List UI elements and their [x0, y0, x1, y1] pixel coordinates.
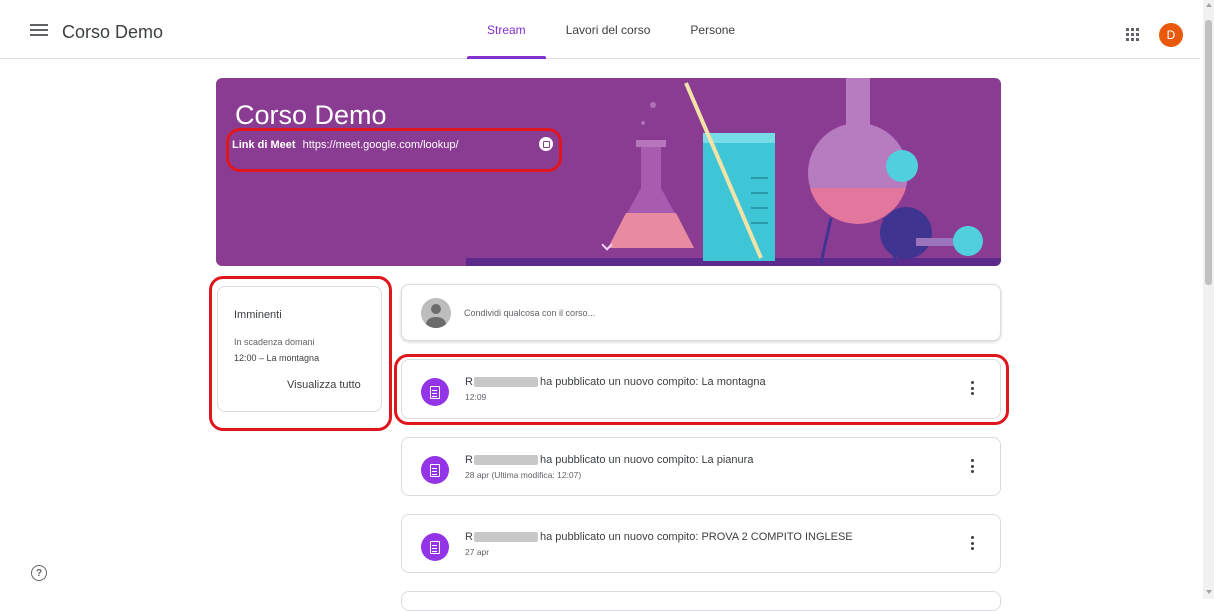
tab-people[interactable]: Persone — [670, 0, 755, 59]
post-text[interactable]: ha pubblicato un nuovo compito: PROVA 2 … — [540, 531, 853, 543]
course-banner: Corso Demo Link di Meet https://meet.goo… — [216, 78, 1001, 266]
menu-icon[interactable] — [30, 24, 48, 36]
scrollbar[interactable] — [1203, 0, 1214, 599]
tab-stream[interactable]: Stream — [467, 0, 546, 59]
banner-course-title: Corso Demo — [235, 100, 387, 130]
post-author-initial: R — [465, 531, 473, 543]
redacted-name — [474, 532, 538, 542]
tab-bar: Stream Lavori del corso Persone — [467, 0, 755, 59]
assignment-icon — [421, 456, 449, 484]
stream-post[interactable]: R ha pubblicato un nuovo compito: PROVA … — [401, 514, 1001, 573]
stream-post-partial[interactable] — [401, 591, 1001, 611]
post-highlight — [394, 354, 1009, 425]
scroll-down-icon[interactable] — [1206, 590, 1212, 594]
upcoming-highlight — [209, 276, 392, 431]
redacted-name — [474, 455, 538, 465]
course-title[interactable]: Corso Demo — [62, 22, 163, 43]
post-author-initial: R — [465, 454, 473, 466]
stream-post[interactable]: R ha pubblicato un nuovo compito: La pia… — [401, 437, 1001, 496]
top-app-bar: Corso Demo Stream Lavori del corso Perso… — [0, 0, 1200, 59]
assignment-icon — [421, 533, 449, 561]
post-time: 27 apr — [465, 547, 490, 557]
share-box[interactable]: Condividi qualcosa con il corso... — [401, 284, 1001, 341]
user-avatar — [421, 298, 451, 328]
post-text[interactable]: ha pubblicato un nuovo compito: La pianu… — [540, 454, 753, 466]
scroll-up-icon[interactable] — [1206, 3, 1212, 7]
more-options-icon[interactable] — [971, 459, 975, 473]
help-icon[interactable]: ? — [31, 565, 47, 581]
share-placeholder[interactable]: Condividi qualcosa con il corso... — [464, 308, 595, 318]
scroll-thumb[interactable] — [1205, 20, 1212, 285]
tab-classwork[interactable]: Lavori del corso — [546, 0, 671, 59]
post-time: 28 apr (Ultima modifica: 12:07) — [465, 470, 582, 480]
more-options-icon[interactable] — [971, 536, 975, 550]
account-avatar[interactable]: D — [1159, 23, 1183, 47]
meet-link-highlight — [226, 128, 562, 172]
apps-grid-icon[interactable] — [1126, 28, 1139, 41]
